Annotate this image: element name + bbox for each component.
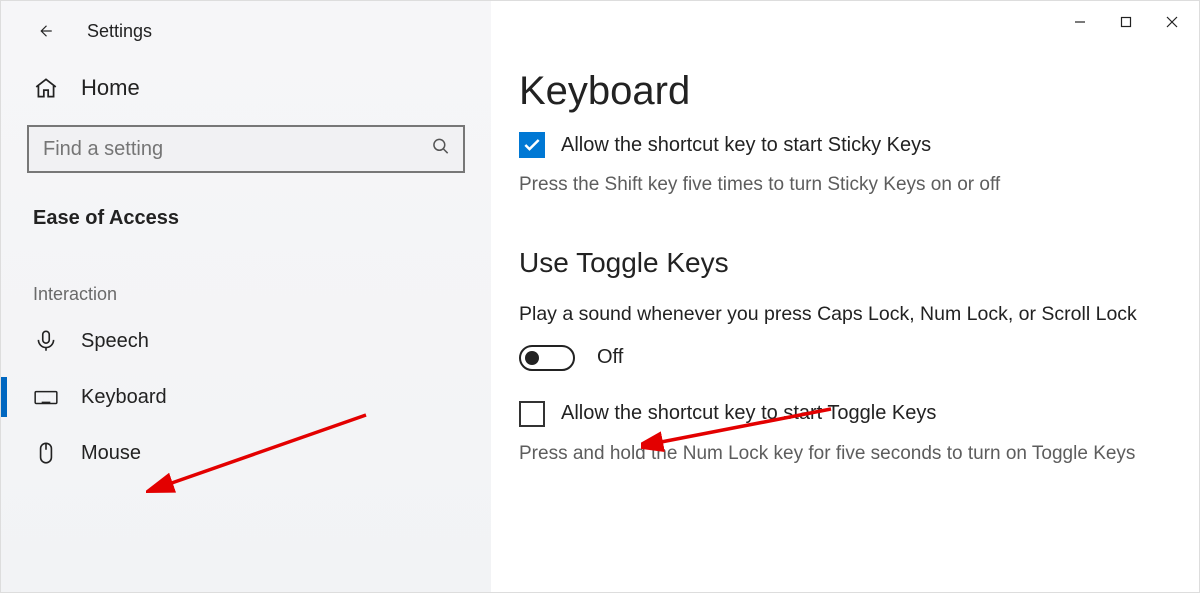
toggle-keys-switch[interactable] bbox=[519, 345, 575, 371]
search-container bbox=[1, 115, 491, 193]
content-pane: Keyboard Allow the shortcut key to start… bbox=[491, 1, 1199, 592]
search-icon bbox=[431, 137, 451, 162]
mouse-icon bbox=[33, 440, 59, 466]
keyboard-icon bbox=[33, 384, 59, 410]
microphone-icon bbox=[33, 328, 59, 354]
toggle-keys-shortcut-checkbox-row[interactable]: Allow the shortcut key to start Toggle K… bbox=[519, 371, 1199, 427]
maximize-icon bbox=[1120, 16, 1132, 28]
sidebar-item-label: Speech bbox=[81, 330, 149, 353]
settings-window: Settings Home Ease of Access Interaction… bbox=[0, 0, 1200, 593]
minimize-button[interactable] bbox=[1057, 7, 1103, 37]
sidebar-item-label: Keyboard bbox=[81, 386, 167, 409]
search-box[interactable] bbox=[27, 125, 465, 173]
sidebar-item-mouse[interactable]: Mouse bbox=[1, 425, 491, 481]
toggle-keys-toggle-row: Off bbox=[519, 327, 1199, 371]
sidebar-item-home[interactable]: Home bbox=[1, 61, 491, 115]
sidebar-item-speech[interactable]: Speech bbox=[1, 313, 491, 369]
checkmark-icon bbox=[522, 135, 542, 155]
search-input[interactable] bbox=[29, 127, 463, 171]
sidebar-item-label: Mouse bbox=[81, 442, 141, 465]
home-icon bbox=[33, 75, 59, 101]
checkbox-label: Allow the shortcut key to start Toggle K… bbox=[561, 402, 936, 425]
sidebar-item-keyboard[interactable]: Keyboard bbox=[1, 369, 491, 425]
toggle-keys-shortcut-subtext: Press and hold the Num Lock key for five… bbox=[519, 427, 1199, 468]
maximize-button[interactable] bbox=[1103, 7, 1149, 37]
minimize-icon bbox=[1074, 16, 1086, 28]
checkbox-sticky-keys-shortcut[interactable] bbox=[519, 132, 545, 158]
back-button[interactable] bbox=[33, 19, 57, 43]
checkbox-toggle-keys-shortcut[interactable] bbox=[519, 401, 545, 427]
toggle-knob bbox=[525, 351, 539, 365]
app-title: Settings bbox=[87, 21, 152, 42]
sticky-keys-shortcut-checkbox-row[interactable]: Allow the shortcut key to start Sticky K… bbox=[519, 114, 1199, 158]
sidebar: Settings Home Ease of Access Interaction… bbox=[1, 1, 491, 592]
window-controls bbox=[1057, 7, 1195, 37]
home-label: Home bbox=[81, 75, 140, 101]
section-heading-toggle-keys: Use Toggle Keys bbox=[519, 199, 1199, 279]
toggle-state-label: Off bbox=[597, 346, 623, 369]
close-button[interactable] bbox=[1149, 7, 1195, 37]
checkbox-label: Allow the shortcut key to start Sticky K… bbox=[561, 134, 931, 157]
toggle-keys-description: Play a sound whenever you press Caps Loc… bbox=[519, 279, 1199, 327]
group-label-interaction: Interaction bbox=[1, 244, 491, 313]
arrow-left-icon bbox=[36, 22, 54, 40]
close-icon bbox=[1166, 16, 1178, 28]
titlebar: Settings bbox=[1, 13, 491, 61]
category-header: Ease of Access bbox=[1, 193, 491, 244]
sticky-keys-subtext: Press the Shift key five times to turn S… bbox=[519, 158, 1199, 199]
